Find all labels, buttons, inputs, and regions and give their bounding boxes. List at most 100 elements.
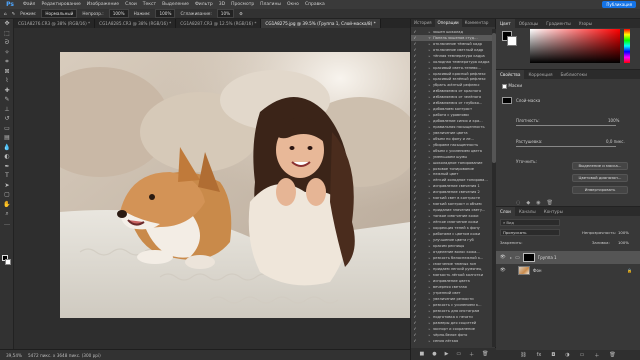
expand-triangle-icon[interactable]: ▸ [426, 315, 433, 319]
checkmark-icon[interactable]: ✓ [411, 35, 419, 40]
brush-tool-icon[interactable]: ✎ [12, 11, 16, 16]
expand-triangle-icon[interactable]: ▸ [426, 66, 433, 70]
checkmark-icon[interactable]: ✓ [411, 166, 419, 171]
layer-style-icon[interactable]: fx [537, 352, 542, 358]
stop-icon[interactable]: ■ [419, 351, 424, 357]
checkmark-icon[interactable]: ✓ [411, 172, 419, 177]
checkmark-icon[interactable]: ✓ [411, 113, 419, 118]
document-tab[interactable]: CG1A8275.jpg @ 39.5% (Группа 1, Слой-мас… [261, 19, 381, 28]
color-range-button[interactable]: Цветовой диапазон... [572, 174, 628, 182]
checkmark-icon[interactable]: ✓ [411, 71, 419, 76]
expand-triangle-icon[interactable]: ▸ [426, 42, 433, 46]
expand-triangle-icon[interactable]: ▸ [426, 262, 433, 266]
mask-thumbnail[interactable] [502, 97, 512, 104]
checkmark-icon[interactable]: ✓ [411, 225, 419, 230]
expand-triangle-icon[interactable]: ▸ [426, 333, 433, 337]
menu-item[interactable]: Окно [284, 2, 302, 7]
smoothing-field[interactable]: 10% [216, 9, 235, 18]
checkmark-icon[interactable]: ✓ [411, 214, 419, 219]
expand-triangle-icon[interactable]: ▸ [426, 137, 433, 141]
checkmark-icon[interactable]: ✓ [411, 273, 419, 278]
color-panel-tab[interactable]: Узоры [575, 19, 596, 28]
checkmark-icon[interactable]: ✓ [411, 202, 419, 207]
expand-triangle-icon[interactable]: ▸ [426, 297, 433, 301]
color-panel-tab[interactable]: Цвет [496, 19, 515, 28]
expand-triangle-icon[interactable]: ▸ [426, 184, 433, 188]
checkmark-icon[interactable]: ✓ [411, 178, 419, 183]
expand-triangle-icon[interactable]: ▸ [510, 255, 512, 260]
menu-item[interactable]: Текст [140, 2, 159, 7]
expand-triangle-icon[interactable]: ▸ [426, 77, 433, 81]
expand-triangle-icon[interactable]: ▸ [426, 101, 433, 105]
checkmark-icon[interactable]: ✓ [411, 261, 419, 266]
checkmark-icon[interactable]: ✓ [411, 208, 419, 213]
flow-field[interactable]: 100% [155, 9, 176, 18]
new-layer-icon[interactable]: ＋ [594, 352, 599, 359]
checkmark-icon[interactable]: ✓ [411, 142, 419, 147]
expand-triangle-icon[interactable]: ▸ [426, 279, 433, 283]
home-icon[interactable]: ⌂ [4, 11, 7, 16]
expand-triangle-icon[interactable]: ▸ [426, 131, 433, 135]
actions-panel-tab[interactable]: Комментар [462, 19, 492, 27]
menu-item[interactable]: 3D [216, 2, 228, 7]
expand-triangle-icon[interactable]: ▸ [426, 244, 433, 248]
checkmark-icon[interactable]: ✓ [411, 231, 419, 236]
rectangle-tool-icon[interactable]: ▢ [0, 190, 14, 200]
checkmark-icon[interactable]: ✓ [411, 249, 419, 254]
menu-item[interactable]: Выделение [159, 2, 192, 7]
checkmark-icon[interactable]: ✓ [411, 285, 419, 290]
healing-brush-tool-icon[interactable]: ✚ [0, 86, 14, 96]
path-selection-tool-icon[interactable]: ➤ [0, 181, 14, 191]
checkmark-icon[interactable]: ✓ [411, 326, 419, 331]
background-swatch-large[interactable] [507, 36, 517, 46]
expand-triangle-icon[interactable]: ▸ [426, 220, 433, 224]
invert-button[interactable]: Инвертировать [572, 186, 628, 194]
layers-panel-tab[interactable]: Каналы [515, 207, 540, 216]
checkmark-icon[interactable]: ✓ [411, 130, 419, 135]
history-brush-tool-icon[interactable]: ↺ [0, 114, 14, 124]
expand-triangle-icon[interactable]: ▸ [426, 89, 433, 93]
checkmark-icon[interactable]: ✓ [411, 83, 419, 88]
checkmark-icon[interactable]: ✓ [411, 160, 419, 165]
properties-panel-tab[interactable]: Свойства [496, 70, 525, 79]
expand-triangle-icon[interactable]: ▸ [426, 303, 433, 307]
lasso-tool-icon[interactable]: ᘐ [0, 38, 14, 48]
expand-triangle-icon[interactable]: ▸ [426, 256, 433, 260]
select-and-mask-button[interactable]: Выделение и маска... [572, 162, 628, 170]
checkmark-icon[interactable]: ✓ [411, 190, 419, 195]
expand-triangle-icon[interactable]: ▸ [426, 214, 433, 218]
zoom-level[interactable]: 39,54% [6, 353, 22, 358]
expand-triangle-icon[interactable]: ▸ [426, 48, 433, 52]
menu-item[interactable]: Просмотр [228, 2, 257, 7]
checkmark-icon[interactable]: ✓ [411, 41, 419, 46]
checkmark-icon[interactable]: ✓ [411, 297, 419, 302]
checkmark-icon[interactable]: ✓ [411, 255, 419, 260]
publish-button[interactable]: Публикация [602, 1, 636, 8]
expand-triangle-icon[interactable]: ▸ [426, 309, 433, 313]
expand-triangle-icon[interactable]: ▸ [426, 72, 433, 76]
expand-triangle-icon[interactable]: ▸ [426, 321, 433, 325]
hand-tool-icon[interactable]: ✋ [0, 200, 14, 210]
more-tools-icon[interactable]: … [0, 219, 14, 229]
expand-triangle-icon[interactable]: ▸ [426, 273, 433, 277]
checkmark-icon[interactable]: ✓ [411, 95, 419, 100]
expand-triangle-icon[interactable]: ▸ [426, 107, 433, 111]
expand-triangle-icon[interactable]: ▸ [426, 30, 433, 34]
document-tab[interactable]: CG1A8287.CR3 @ 12.5% (RGB/16) * [176, 19, 262, 28]
actions-panel-tab[interactable]: История [411, 19, 435, 27]
adjustment-layer-icon[interactable]: ◑ [565, 352, 569, 358]
menu-item[interactable]: Фильтр [192, 2, 216, 7]
expand-triangle-icon[interactable]: ▸ [426, 83, 433, 87]
checkmark-icon[interactable]: ✓ [411, 196, 419, 201]
trash-icon[interactable]: 🗑 [482, 351, 488, 357]
checkmark-icon[interactable]: ✓ [411, 148, 419, 153]
expand-triangle-icon[interactable]: ▸ [426, 178, 433, 182]
new-action-icon[interactable]: ＋ [469, 351, 474, 358]
checkmark-icon[interactable]: ✓ [411, 237, 419, 242]
checkmark-icon[interactable]: ✓ [411, 107, 419, 112]
expand-triangle-icon[interactable]: ▸ [426, 95, 433, 99]
visibility-eye-icon[interactable]: 👁 [500, 255, 507, 260]
checkmark-icon[interactable]: ✓ [411, 101, 419, 106]
expand-triangle-icon[interactable]: ▸ [426, 339, 433, 343]
feather-value[interactable]: 0,0 пикс. [606, 139, 625, 144]
